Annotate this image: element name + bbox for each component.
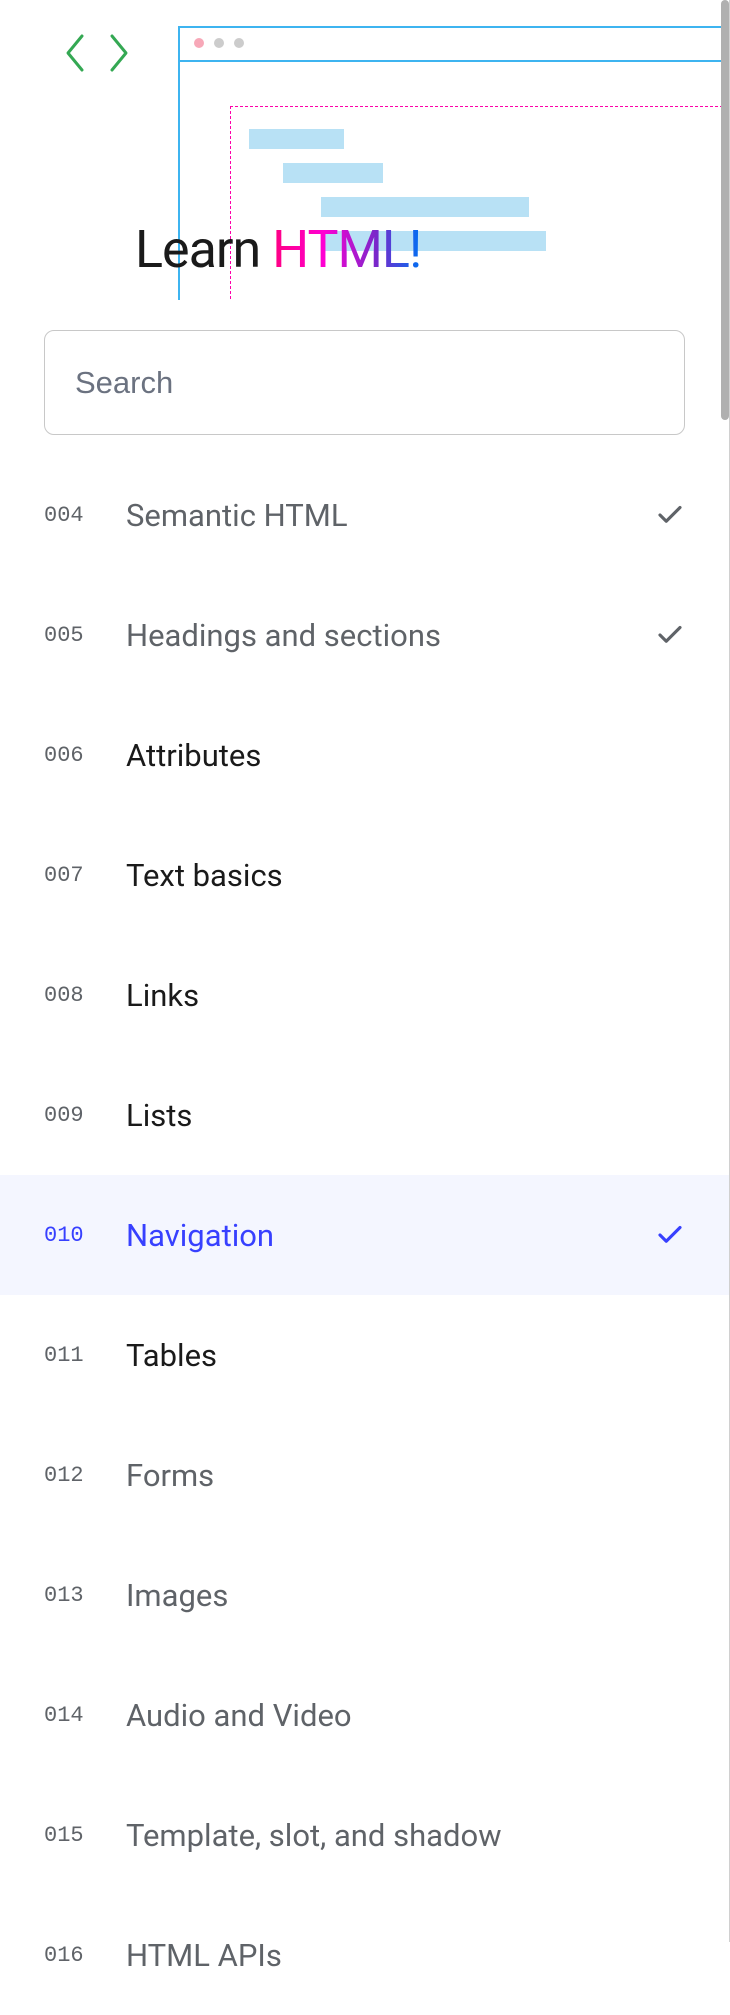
toc-item-label: Text basics	[126, 857, 685, 894]
toc-item-number: 004	[44, 503, 126, 528]
course-sidebar: Learn HTML! 004Semantic HTML005Headings …	[0, 0, 730, 1942]
toc-item-number: 016	[44, 1943, 126, 1968]
chevron-right-icon	[106, 32, 132, 74]
toc-item-number: 014	[44, 1703, 126, 1728]
toc-item-label: Images	[126, 1577, 685, 1614]
toc-item-label: Navigation	[126, 1217, 655, 1254]
toc-item[interactable]: 005Headings and sections	[0, 575, 729, 695]
scrollbar-thumb[interactable]	[721, 0, 729, 420]
toc-item[interactable]: 016HTML APIs	[0, 1895, 729, 2015]
toc-item[interactable]: 007Text basics	[0, 815, 729, 935]
toc-item[interactable]: 015Template, slot, and shadow	[0, 1775, 729, 1895]
toc-item[interactable]: 009Lists	[0, 1055, 729, 1175]
search-container	[0, 300, 729, 455]
toc-item-label: Attributes	[126, 737, 685, 774]
toc-item-number: 007	[44, 863, 126, 888]
toc-item[interactable]: 008Links	[0, 935, 729, 1055]
toc-item-number: 012	[44, 1463, 126, 1488]
course-title-highlight: HTML!	[272, 219, 421, 280]
check-icon	[655, 1220, 685, 1250]
toc-item-number: 006	[44, 743, 126, 768]
course-title: Learn HTML!	[135, 219, 421, 280]
hero-banner: Learn HTML!	[0, 0, 729, 300]
course-title-prefix: Learn	[135, 219, 272, 280]
search-input[interactable]	[44, 330, 685, 435]
toc-item-number: 013	[44, 1583, 126, 1608]
toc-list: 004Semantic HTML005Headings and sections…	[0, 455, 729, 2015]
prev-arrow-button[interactable]	[62, 32, 88, 74]
check-icon	[655, 620, 685, 650]
toc-item[interactable]: 010Navigation	[0, 1175, 729, 1295]
toc-item[interactable]: 013Images	[0, 1535, 729, 1655]
toc-item-number: 010	[44, 1223, 126, 1248]
toc-item-label: Semantic HTML	[126, 497, 655, 534]
toc-item-label: Audio and Video	[126, 1697, 685, 1734]
check-icon	[655, 500, 685, 530]
toc-item-label: Forms	[126, 1457, 685, 1494]
toc-item-number: 008	[44, 983, 126, 1008]
next-arrow-button[interactable]	[106, 32, 132, 74]
toc-item[interactable]: 012Forms	[0, 1415, 729, 1535]
toc-item-label: Lists	[126, 1097, 685, 1134]
toc-item-number: 011	[44, 1343, 126, 1368]
window-controls-illustration	[194, 38, 244, 48]
toc-item-number: 015	[44, 1823, 126, 1848]
nav-arrows	[62, 32, 132, 74]
toc-item-label: Links	[126, 977, 685, 1014]
toc-item[interactable]: 011Tables	[0, 1295, 729, 1415]
toc-item-label: Template, slot, and shadow	[126, 1817, 685, 1854]
toc-item-label: Tables	[126, 1337, 685, 1374]
toc-item-label: Headings and sections	[126, 617, 655, 654]
toc-item[interactable]: 006Attributes	[0, 695, 729, 815]
toc-item-number: 005	[44, 623, 126, 648]
chevron-left-icon	[62, 32, 88, 74]
toc-item[interactable]: 004Semantic HTML	[0, 455, 729, 575]
toc-item-label: HTML APIs	[126, 1937, 685, 1974]
toc-item[interactable]: 014Audio and Video	[0, 1655, 729, 1775]
toc-item-number: 009	[44, 1103, 126, 1128]
